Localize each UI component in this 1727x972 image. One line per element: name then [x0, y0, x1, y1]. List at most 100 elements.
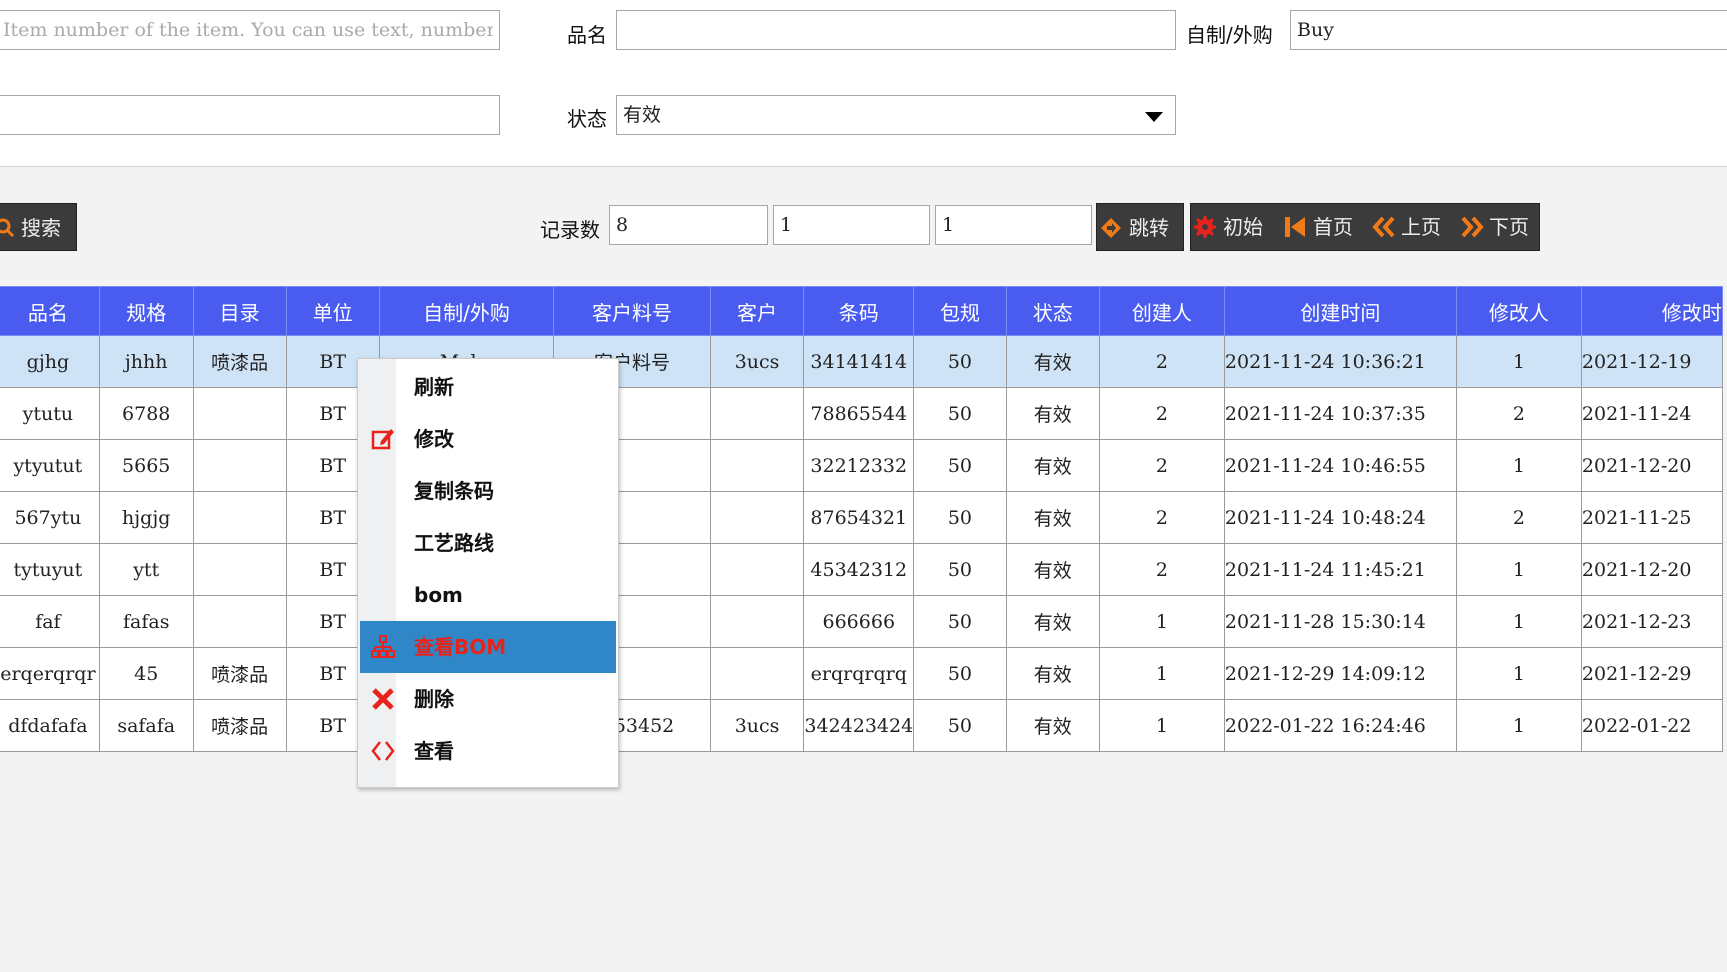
menu-item-refresh[interactable]: 刷新 — [360, 361, 616, 413]
table-cell — [709, 387, 805, 440]
table-row[interactable]: 567ytu hjgjg BT 87654321 50 有效 2 2021-11-24 10:… — [0, 491, 1724, 544]
table-cell: 3ucs — [709, 335, 805, 388]
table-cell: gjhg — [0, 335, 100, 388]
menu-item-edit[interactable]: 修改 — [360, 413, 616, 465]
prev-page-label: 上页 — [1401, 215, 1441, 239]
table-cell: 喷漆品 — [192, 335, 287, 388]
column-header[interactable]: 规格 — [98, 286, 194, 336]
table-cell: 2 — [1098, 335, 1225, 388]
table-cell: 1 — [1455, 335, 1582, 388]
status-select[interactable]: 有效 — [616, 95, 1176, 135]
item-number-input[interactable] — [0, 10, 500, 50]
table-cell: 有效 — [1005, 595, 1100, 648]
secondary-input[interactable] — [0, 95, 500, 135]
search-button[interactable]: 搜索 — [0, 203, 77, 251]
table-cell: 1 — [1455, 543, 1582, 596]
table-row[interactable]: faf fafas BT 666666 50 有效 1 2021-11-28 15:30:14… — [0, 595, 1724, 648]
status-label: 状态 — [567, 107, 607, 131]
menu-item-label: 查看BOM — [414, 635, 507, 659]
make-buy-input[interactable] — [1290, 10, 1727, 50]
table-cell: 34141414 — [803, 335, 915, 388]
search-button-label: 搜索 — [21, 216, 61, 240]
table-cell: erqrqrqrq — [803, 647, 915, 700]
record-count-label: 记录数 — [540, 218, 600, 242]
table-cell: 45342312 — [803, 543, 915, 596]
menu-item-delete[interactable]: 删除 — [360, 673, 616, 725]
chevron-down-icon — [1145, 112, 1163, 122]
table-cell — [709, 491, 805, 544]
double-chevron-left-icon — [1372, 216, 1395, 238]
table-row[interactable]: gjhgjhhh喷漆品BTMake客户料号3ucs3414141450有效220… — [0, 335, 1724, 388]
name-input[interactable] — [616, 10, 1176, 50]
column-header[interactable]: 修改人 — [1455, 286, 1582, 336]
table-cell — [192, 595, 287, 648]
column-header[interactable]: 包规 — [913, 286, 1007, 336]
page-number-input[interactable] — [935, 205, 1092, 245]
table-cell: 2021-11-24 10:36:21 — [1223, 335, 1457, 388]
table-cell: 有效 — [1005, 647, 1100, 700]
column-header[interactable]: 创建时间 — [1223, 286, 1457, 336]
column-header[interactable]: 单位 — [285, 286, 380, 336]
table-row[interactable]: tytuyut ytt BT 45342312 50 有效 2 2021-11-24 11:4… — [0, 543, 1724, 596]
table-cell: 2021-12-20 — [1580, 439, 1724, 492]
pagination-bar: 初始 首页 上页 下页 — [1190, 203, 1540, 251]
next-page-button[interactable]: 下页 — [1457, 204, 1539, 250]
table-cell: 2021-11-24 11:45:21 — [1223, 543, 1457, 596]
column-header[interactable]: 创建人 — [1098, 286, 1225, 336]
table-cell: 1 — [1455, 699, 1582, 752]
table-cell: 50 — [913, 387, 1007, 440]
table-cell: 有效 — [1005, 335, 1100, 388]
table-cell: 50 — [913, 595, 1007, 648]
prev-page-button[interactable]: 上页 — [1369, 204, 1457, 250]
table-cell — [192, 387, 287, 440]
column-header[interactable]: 自制/外购 — [378, 286, 555, 336]
table-row[interactable]: dfdafafa safafa 喷漆品 BT 5353452 3ucs 342423424 5… — [0, 699, 1724, 752]
table-cell: 50 — [913, 335, 1007, 388]
table-cell: 3ucs — [709, 699, 805, 752]
table-cell: dfdafafa — [0, 699, 100, 752]
next-page-label: 下页 — [1489, 215, 1529, 239]
table-row[interactable]: ytutu 6788 BT 78865544 50 有效 2 2021-11-24 10:37… — [0, 387, 1724, 440]
table-cell — [192, 543, 287, 596]
menu-item-copy-barcode[interactable]: 复制条码 — [360, 465, 616, 517]
table-cell: 50 — [913, 699, 1007, 752]
table-cell: 2021-12-23 — [1580, 595, 1724, 648]
reset-gear-icon — [1194, 216, 1216, 238]
page-size-input[interactable] — [773, 205, 930, 245]
column-header[interactable]: 品名 — [0, 286, 100, 336]
table-cell: 1 — [1455, 439, 1582, 492]
menu-item-routing[interactable]: 工艺路线 — [360, 517, 616, 569]
table-cell: 666666 — [803, 595, 915, 648]
table-cell: tytuyut — [0, 543, 100, 596]
table-cell — [709, 647, 805, 700]
menu-item-label: 删除 — [414, 687, 454, 711]
column-header[interactable]: 修改时 — [1580, 286, 1724, 336]
column-header[interactable]: 客户 — [709, 286, 805, 336]
double-chevron-right-icon — [1461, 216, 1484, 238]
table-cell: 1 — [1098, 699, 1225, 752]
record-count-input[interactable] — [609, 205, 768, 245]
menu-item-label: 复制条码 — [414, 479, 494, 503]
table-cell — [192, 439, 287, 492]
reset-button[interactable]: 初始 — [1191, 204, 1281, 250]
jump-button[interactable]: 跳转 — [1096, 203, 1184, 251]
table-cell: 2021-11-24 — [1580, 387, 1724, 440]
menu-item-view-bom[interactable]: 查看BOM — [360, 621, 616, 673]
table-cell — [709, 543, 805, 596]
first-page-button[interactable]: 首页 — [1281, 204, 1369, 250]
name-label: 品名 — [567, 23, 607, 47]
table-cell: 50 — [913, 543, 1007, 596]
column-header[interactable]: 目录 — [192, 286, 287, 336]
table-cell: 有效 — [1005, 543, 1100, 596]
column-header[interactable]: 状态 — [1005, 286, 1100, 336]
column-header[interactable]: 条码 — [803, 286, 915, 336]
table-row[interactable]: erqerqrqr 45 喷漆品 BT erqrqrqrq 50 有效 1 2021-12-29… — [0, 647, 1724, 700]
table-cell: 2022-01-22 — [1580, 699, 1724, 752]
table-cell: 2021-11-24 10:37:35 — [1223, 387, 1457, 440]
table-cell: 有效 — [1005, 699, 1100, 752]
menu-item-bom[interactable]: bom — [360, 569, 616, 621]
table-cell: 2021-11-24 10:48:24 — [1223, 491, 1457, 544]
menu-item-view[interactable]: 查看 — [360, 725, 616, 777]
column-header[interactable]: 客户料号 — [553, 286, 711, 336]
table-row[interactable]: ytyutut 5665 BT 32212332 50 有效 2 2021-11-24 10:… — [0, 439, 1724, 492]
